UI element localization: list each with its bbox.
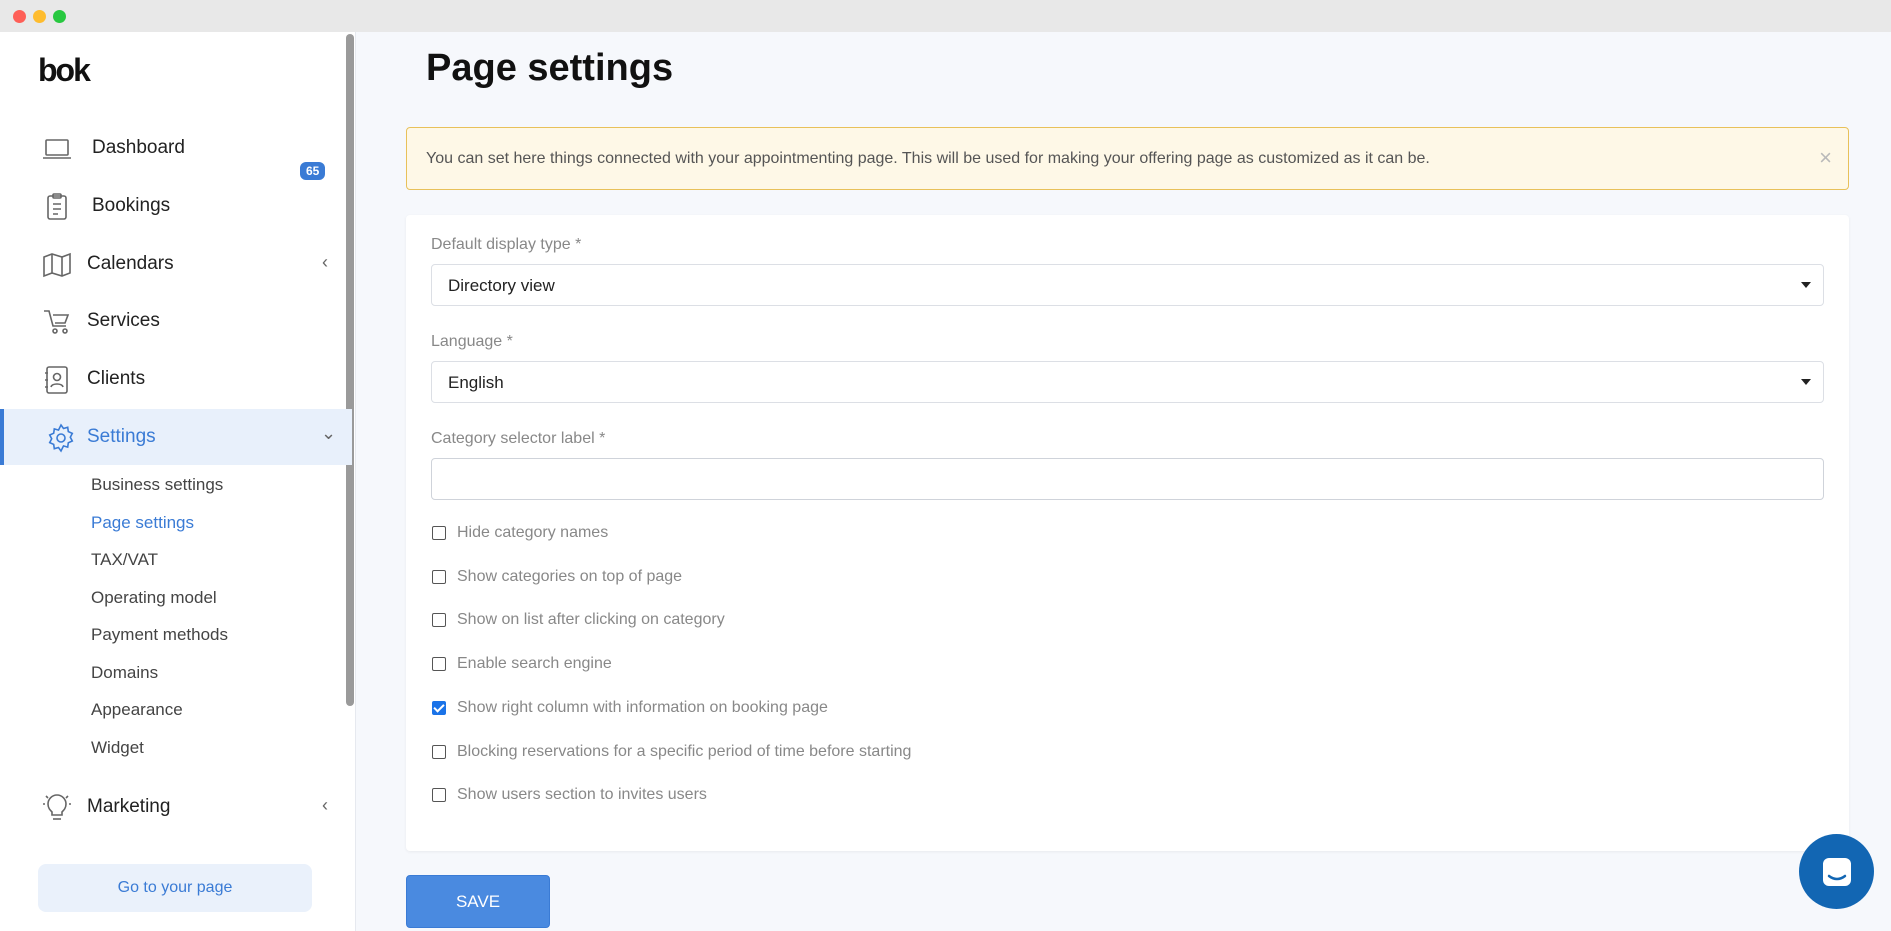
checkbox-label: Hide category names (457, 524, 609, 541)
close-window-button[interactable] (13, 10, 26, 23)
chevron-down-icon: ⌄ (321, 423, 337, 443)
sidebar-item-label: Settings (87, 426, 156, 447)
chevron-left-icon: ‹ (322, 795, 328, 815)
caret-down-icon (1801, 282, 1811, 288)
alert-message: You can set here things connected with y… (426, 150, 1430, 167)
checkbox[interactable] (432, 570, 446, 584)
checkbox-checked[interactable] (432, 701, 446, 715)
checkbox-row[interactable]: Show users section to invites users (432, 786, 707, 804)
info-alert: You can set here things connected with y… (406, 127, 1849, 190)
page-title: Page settings (426, 47, 674, 89)
submenu-page-settings[interactable]: Page settings (91, 513, 194, 533)
checkbox-row[interactable]: Show right column with information on bo… (432, 699, 828, 717)
sidebar-item-settings[interactable]: Settings ⌄ (0, 409, 352, 465)
sidebar-item-clients[interactable]: Clients (0, 351, 352, 407)
submenu-appearance[interactable]: Appearance (91, 700, 183, 720)
category-selector-input[interactable] (431, 458, 1824, 500)
sidebar-item-services[interactable]: Services (0, 293, 352, 349)
close-icon[interactable]: × (1819, 145, 1832, 171)
checkbox-label: Show users section to invites users (457, 786, 707, 803)
submenu-widget[interactable]: Widget (91, 738, 144, 758)
settings-form-card: Default display type * Directory view La… (406, 215, 1849, 851)
go-to-your-page-button[interactable]: Go to your page (38, 864, 312, 912)
checkbox-label: Show right column with information on bo… (457, 699, 828, 716)
sidebar-item-bookings[interactable]: Bookings (0, 178, 352, 234)
sidebar-item-label: Services (87, 310, 160, 331)
checkbox[interactable] (432, 745, 446, 759)
language-select[interactable]: English (431, 361, 1824, 403)
sidebar-item-label: Calendars (87, 253, 174, 274)
sidebar-item-marketing[interactable]: Marketing ‹ (0, 779, 352, 835)
checkbox-label: Enable search engine (457, 655, 612, 672)
laptop-icon (40, 132, 74, 166)
checkbox-label: Blocking reservations for a specific per… (457, 743, 912, 760)
checkbox[interactable] (432, 613, 446, 627)
save-button[interactable]: SAVE (406, 875, 550, 928)
minimize-window-button[interactable] (33, 10, 46, 23)
language-value: English (448, 373, 504, 392)
checkbox-label: Show on list after clicking on category (457, 611, 725, 628)
submenu-business-settings[interactable]: Business settings (91, 475, 223, 495)
sidebar-item-label: Bookings (92, 195, 171, 216)
checkbox-row[interactable]: Blocking reservations for a specific per… (432, 743, 911, 761)
clipboard-icon (40, 190, 74, 224)
window-titlebar (0, 0, 1891, 32)
checkbox-row[interactable]: Enable search engine (432, 655, 612, 673)
language-label: Language * (431, 333, 513, 350)
bookings-count-badge: 65 (300, 162, 326, 180)
map-icon (40, 248, 74, 282)
checkbox-row[interactable]: Show categories on top of page (432, 568, 682, 586)
contacts-icon (40, 363, 74, 397)
checkbox[interactable] (432, 657, 446, 671)
chevron-left-icon: ‹ (322, 252, 328, 272)
gear-icon (44, 421, 78, 455)
submenu-payment-methods[interactable]: Payment methods (91, 625, 228, 645)
sidebar-item-label: Dashboard (92, 137, 185, 158)
brand-logo[interactable]: bok (38, 52, 91, 89)
caret-down-icon (1801, 379, 1811, 385)
submenu-operating-model[interactable]: Operating model (91, 588, 217, 608)
checkbox[interactable] (432, 526, 446, 540)
chat-icon (1822, 857, 1851, 886)
submenu-tax-vat[interactable]: TAX/VAT (91, 550, 158, 570)
sidebar-item-calendars[interactable]: Calendars ‹ (0, 236, 352, 292)
submenu-domains[interactable]: Domains (91, 663, 158, 683)
checkbox-row[interactable]: Show on list after clicking on category (432, 611, 725, 629)
cart-icon (40, 305, 74, 339)
checkbox-label: Show categories on top of page (457, 568, 683, 585)
category-selector-label: Category selector label * (431, 430, 606, 447)
maximize-window-button[interactable] (53, 10, 66, 23)
display-type-select[interactable]: Directory view (431, 264, 1824, 306)
checkbox[interactable] (432, 788, 446, 802)
sidebar-item-label: Marketing (87, 796, 171, 817)
display-type-value: Directory view (448, 276, 555, 295)
display-type-label: Default display type * (431, 236, 582, 253)
checkbox-row[interactable]: Hide category names (432, 524, 608, 542)
lightbulb-icon (40, 791, 74, 825)
chat-launcher-button[interactable] (1799, 834, 1874, 909)
sidebar-item-label: Clients (87, 368, 146, 389)
